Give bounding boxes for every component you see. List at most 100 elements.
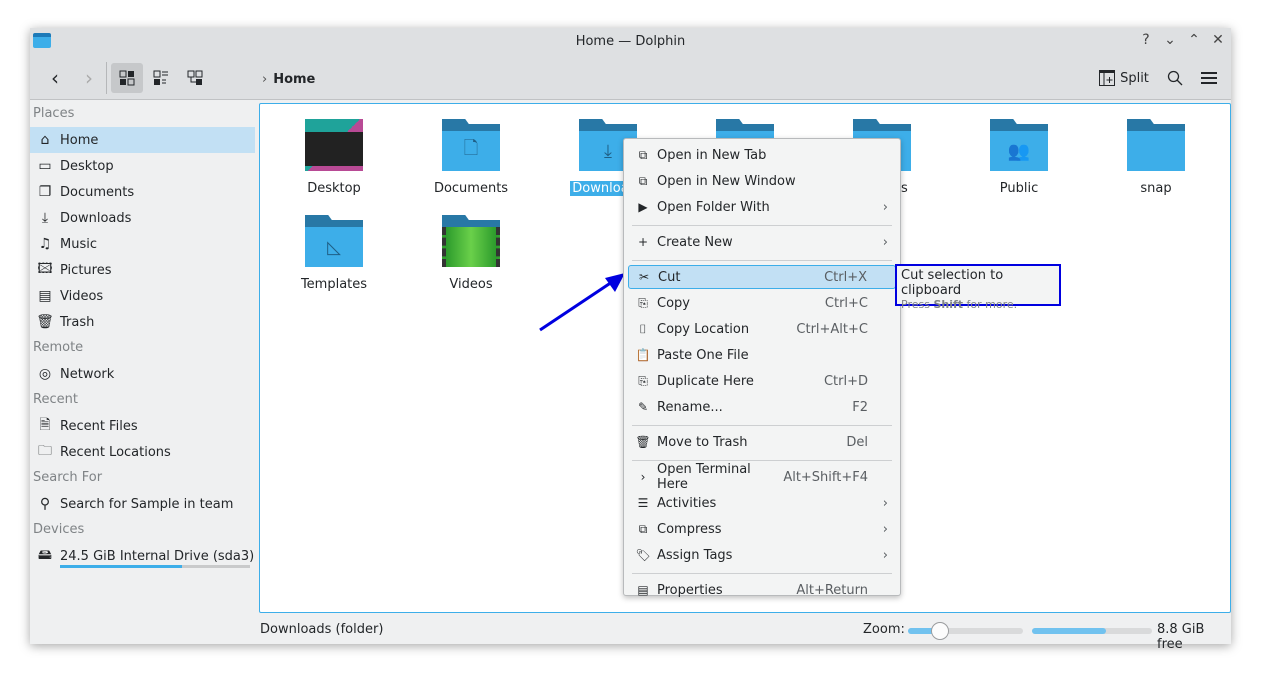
forward-icon: › xyxy=(85,66,93,90)
split-button[interactable]: Split xyxy=(1096,63,1152,93)
move-to-trash-icon: 🗑 xyxy=(635,435,651,449)
menu-item-label: Assign Tags xyxy=(657,547,733,563)
zoom-slider-handle[interactable] xyxy=(931,622,950,640)
sidebar-item-desktop[interactable]: ▭ Desktop xyxy=(30,153,255,179)
details-view-button[interactable] xyxy=(179,63,211,93)
menu-item-shortcut: Ctrl+X xyxy=(824,269,867,285)
menu-item-cut[interactable]: ✂ Cut Ctrl+X xyxy=(628,265,896,289)
help-button[interactable]: ? xyxy=(1136,32,1156,48)
menu-item-move-to-trash[interactable]: 🗑 Move to Trash Del xyxy=(628,430,896,454)
toolbar: ‹ › › Home Split xyxy=(30,56,1231,100)
menu-item-compress[interactable]: ⧉ Compress › xyxy=(628,517,896,541)
documents-icon: ❐ xyxy=(38,184,52,200)
properties-icon: ▤ xyxy=(637,583,649,597)
menu-item-label: Open in New Tab xyxy=(657,147,767,163)
assign-tags-icon: 🏷 xyxy=(635,548,651,562)
icons-view-button[interactable] xyxy=(111,63,143,93)
sidebar-item-label: Videos xyxy=(60,288,104,304)
trash-icon: 🗑 xyxy=(36,314,54,330)
duplicate-here-icon: ⎘ xyxy=(638,373,648,388)
split-icon xyxy=(1099,70,1116,86)
search-button[interactable] xyxy=(1162,63,1188,93)
menu-item-shortcut: F2 xyxy=(852,399,868,415)
sidebar-item-music[interactable]: ♫ Music xyxy=(30,231,255,257)
sidebar-item-label: Trash xyxy=(60,314,95,330)
sidebar-item-label: Downloads xyxy=(60,210,132,226)
file-item-public[interactable]: 👥 Public xyxy=(959,119,1079,196)
zoom-slider[interactable] xyxy=(908,622,1023,640)
file-item-videos[interactable]: Videos xyxy=(411,215,531,292)
menu-item-shortcut: Alt+Shift+F4 xyxy=(783,469,868,485)
search-icon xyxy=(1167,70,1183,86)
menu-item-open-in-new-tab[interactable]: ⧉ Open in New Tab xyxy=(628,143,896,167)
menu-item-assign-tags[interactable]: 🏷 Assign Tags › xyxy=(628,543,896,567)
sidebar-item-recent-files[interactable]: 🗎 Recent Files xyxy=(30,413,255,439)
sidebar-item-recent-locations[interactable]: 🗀 Recent Locations xyxy=(30,439,255,465)
menu-item-paste-one-file[interactable]: 📋 Paste One File xyxy=(628,343,896,367)
menu-item-open-terminal-here[interactable]: › Open Terminal Here Alt+Shift+F4 xyxy=(628,462,896,492)
open-in-new-tab-icon: ⧉ xyxy=(638,147,648,162)
sidebar-item-search-for-sample-in-team[interactable]: ⚲ Search for Sample in team xyxy=(30,491,255,517)
file-item-desktop[interactable]: Desktop xyxy=(274,119,394,196)
sidebar-item-network[interactable]: ◎ Network xyxy=(30,361,255,387)
context-menu: ⧉ Open in New Tab ⧉ Open in New Window ▶ Open… xyxy=(623,138,901,598)
folder-glyph-icon: ◺ xyxy=(327,236,341,258)
menu-item-activities[interactable]: ☰ Activities › xyxy=(628,491,896,515)
compact-view-icon xyxy=(153,70,168,85)
back-button[interactable]: ‹ xyxy=(40,63,70,93)
sidebar-item-home[interactable]: ⌂ Home xyxy=(30,127,255,153)
videos-icon: ▤ xyxy=(38,288,52,304)
tooltip: Cut selection to clipboard Press Shift f… xyxy=(895,264,1061,311)
file-item-snap[interactable]: snap xyxy=(1096,119,1216,196)
sidebar-item-label: Documents xyxy=(60,184,135,200)
chevron-right-icon: › xyxy=(882,547,888,563)
menu-item-shortcut: Alt+Return xyxy=(796,582,868,598)
menu-item-label: Cut xyxy=(658,269,681,285)
menu-item-open-in-new-window[interactable]: ⧉ Open in New Window xyxy=(628,169,896,193)
menu-separator xyxy=(632,425,892,426)
section-recent: Recent xyxy=(33,392,78,407)
icons-view-icon xyxy=(119,70,135,86)
sidebar-item-pictures[interactable]: 🖾 Pictures xyxy=(30,257,255,283)
file-item-documents[interactable]: 🗋 Documents xyxy=(411,119,531,196)
menu-item-create-new[interactable]: + Create New › xyxy=(628,230,896,254)
maximize-button[interactable]: ⌃ xyxy=(1184,32,1204,48)
drive-usage-bar xyxy=(60,565,250,568)
rename-icon: ✎ xyxy=(637,400,649,414)
menu-item-label: Compress xyxy=(657,521,722,537)
menu-item-open-folder-with[interactable]: ▶ Open Folder With › xyxy=(628,195,896,219)
recent-locations-icon: 🗀 xyxy=(38,443,52,459)
minimize-button[interactable]: ⌄ xyxy=(1160,32,1180,48)
sidebar-item-videos[interactable]: ▤ Videos xyxy=(30,283,255,309)
open-folder-with-icon: ▶ xyxy=(638,200,648,214)
menu-item-properties[interactable]: ▤ Properties Alt+Return xyxy=(628,578,896,602)
recent-files-icon: 🗎 xyxy=(39,417,51,433)
menu-item-copy-location[interactable]: ⌷ Copy Location Ctrl+Alt+C xyxy=(628,317,896,341)
menu-separator xyxy=(632,225,892,226)
file-item-templates[interactable]: ◺ Templates xyxy=(274,215,394,292)
back-icon: ‹ xyxy=(51,66,59,90)
menu-separator xyxy=(632,260,892,261)
forward-button[interactable]: › xyxy=(74,63,104,93)
chevron-right-icon: › xyxy=(882,521,888,537)
sidebar-item-documents[interactable]: ❐ Documents xyxy=(30,179,255,205)
create-new-icon: + xyxy=(637,235,649,249)
breadcrumb[interactable]: › Home xyxy=(262,72,315,87)
close-button[interactable]: ✕ xyxy=(1208,32,1228,48)
sidebar-item-downloads[interactable]: ⤓ Downloads xyxy=(30,205,255,231)
chevron-right-icon: › xyxy=(882,199,888,215)
compact-view-button[interactable] xyxy=(145,63,177,93)
file-name: Templates xyxy=(300,277,368,292)
menu-item-shortcut: Del xyxy=(846,434,868,450)
menu-item-shortcut: Ctrl+C xyxy=(824,295,868,311)
menu-item-duplicate-here[interactable]: ⎘ Duplicate Here Ctrl+D xyxy=(628,369,896,393)
menu-button[interactable] xyxy=(1196,63,1222,93)
breadcrumb-home[interactable]: Home xyxy=(273,72,315,87)
sidebar-item-trash[interactable]: 🗑 Trash xyxy=(30,309,255,335)
file-name: snap xyxy=(1140,181,1172,196)
sidebar-item-label: Recent Files xyxy=(60,418,138,434)
free-space-bar xyxy=(1032,628,1152,634)
menu-item-rename[interactable]: ✎ Rename... F2 xyxy=(628,395,896,419)
menu-item-copy[interactable]: ⎘ Copy Ctrl+C xyxy=(628,291,896,315)
menu-item-label: Move to Trash xyxy=(657,434,748,450)
